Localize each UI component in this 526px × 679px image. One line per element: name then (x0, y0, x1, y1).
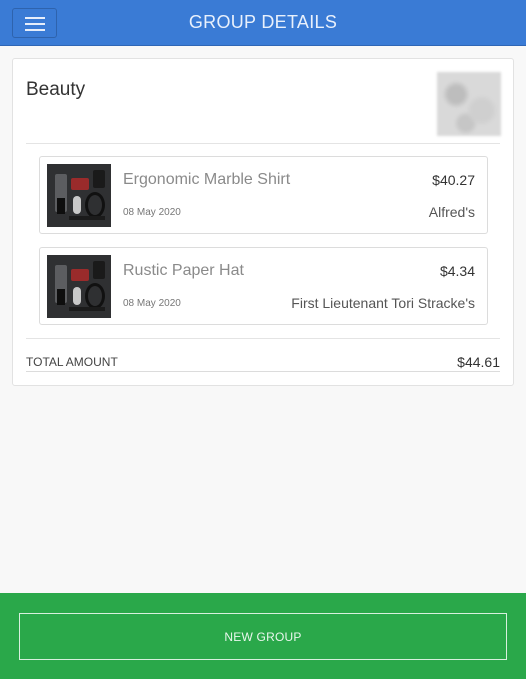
new-group-button[interactable]: NEW GROUP (19, 613, 507, 660)
item-name: Rustic Paper Hat (123, 262, 244, 279)
app-header: GROUP DETAILS (0, 0, 526, 46)
divider (26, 338, 500, 339)
item-vendor: First Lieutenant Tori Stracke's (291, 295, 475, 311)
product-image (47, 164, 111, 227)
group-thumbnail (437, 72, 501, 136)
page-title: GROUP DETAILS (188, 12, 338, 32)
list-item[interactable]: Rustic Paper Hat $4.34 08 May 2020 First… (39, 247, 488, 325)
item-date: 08 May 2020 (123, 298, 181, 309)
item-vendor: Alfred's (428, 204, 475, 220)
total-amount: $44.61 (457, 354, 500, 370)
item-price: $40.27 (432, 172, 475, 188)
divider (26, 143, 500, 144)
item-price: $4.34 (439, 263, 475, 279)
product-image (47, 255, 111, 318)
footer-bar: NEW GROUP (0, 593, 526, 679)
list-item[interactable]: Ergonomic Marble Shirt $40.27 08 May 202… (39, 156, 488, 234)
group-name: Beauty (26, 79, 86, 100)
item-name: Ergonomic Marble Shirt (123, 171, 291, 188)
total-label: TOTAL AMOUNT (26, 355, 118, 369)
divider (26, 371, 500, 372)
group-card: Beauty Ergonomic Marble Shirt $40.27 08 … (12, 58, 514, 386)
item-date: 08 May 2020 (123, 207, 181, 218)
